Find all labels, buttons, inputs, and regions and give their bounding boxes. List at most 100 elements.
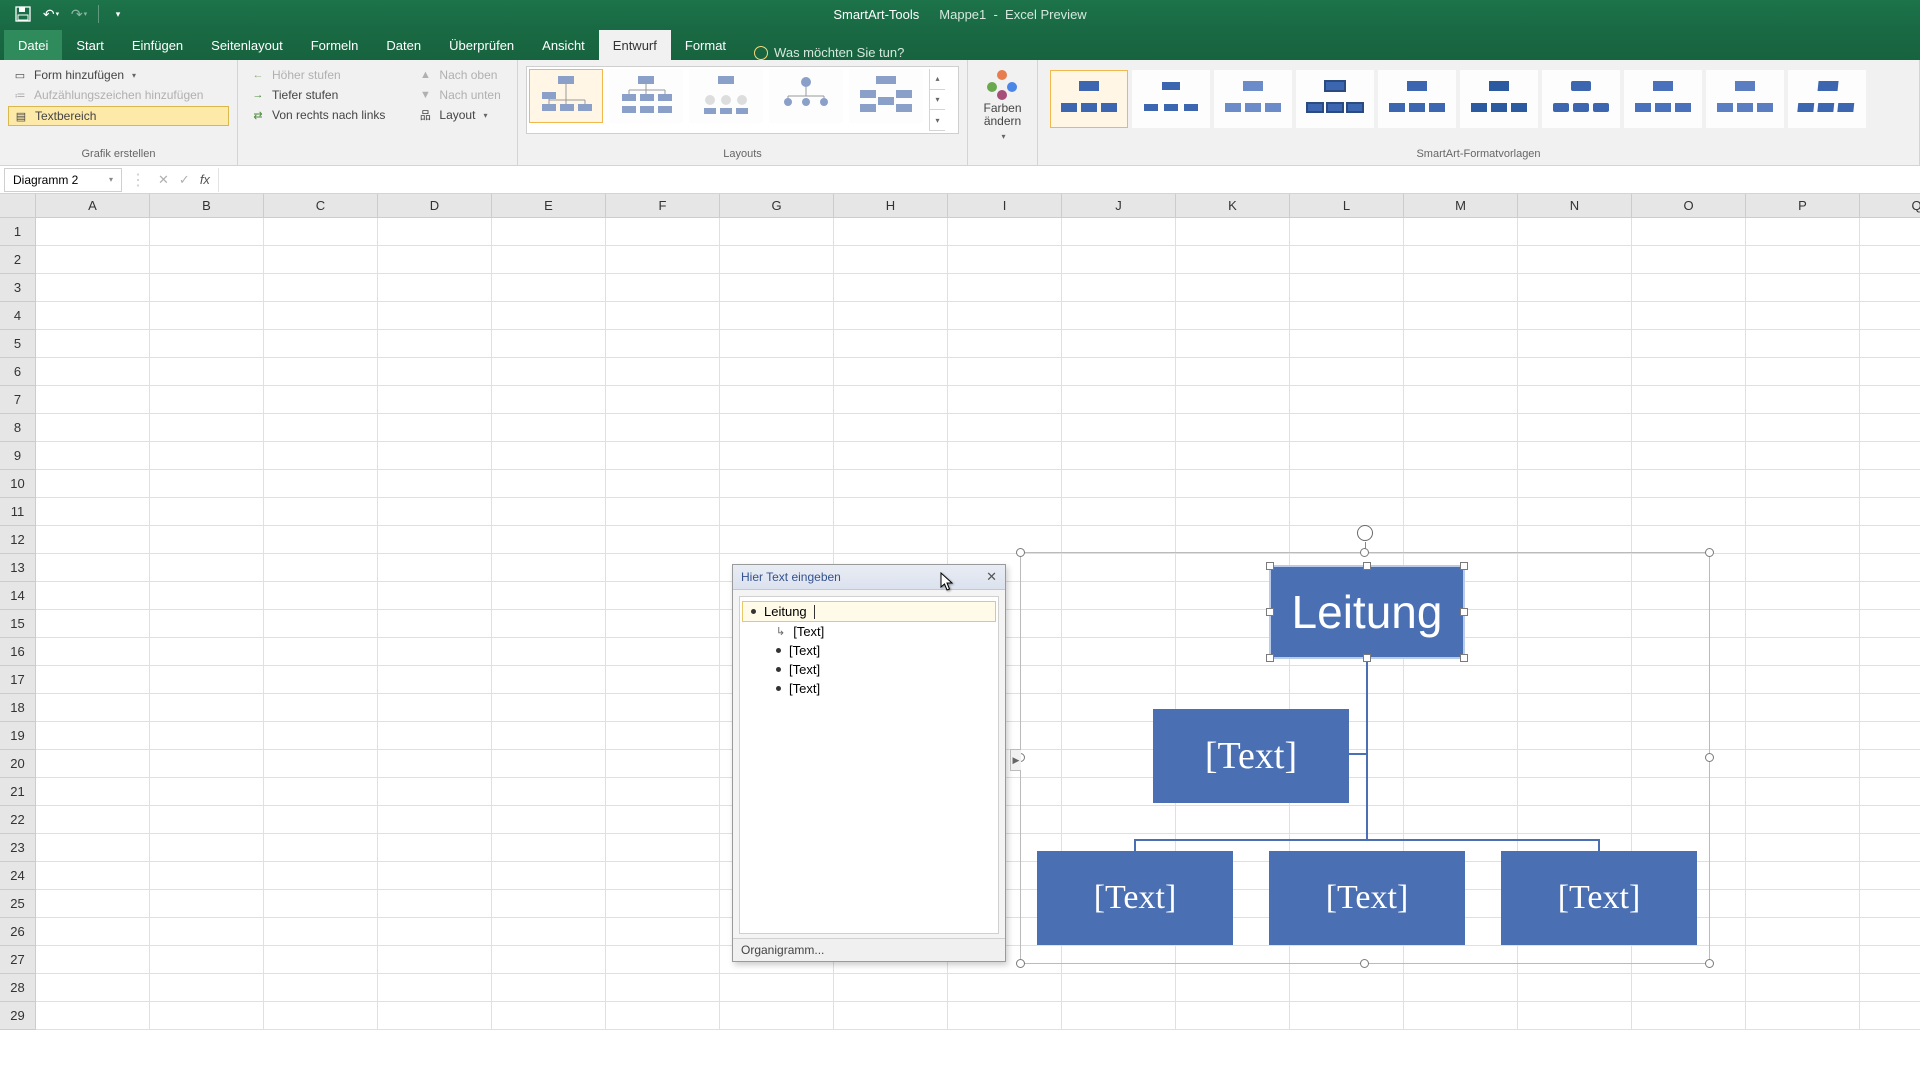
cell[interactable] [1746, 386, 1860, 414]
rotate-handle[interactable] [1357, 525, 1373, 541]
column-header[interactable]: G [720, 194, 834, 218]
cell[interactable] [1632, 358, 1746, 386]
cell[interactable] [264, 694, 378, 722]
cell[interactable] [492, 414, 606, 442]
cell[interactable] [1746, 330, 1860, 358]
cell[interactable] [264, 890, 378, 918]
column-header[interactable]: K [1176, 194, 1290, 218]
cell[interactable] [948, 414, 1062, 442]
org-node[interactable]: [Text] [1269, 851, 1465, 945]
cell[interactable] [1290, 358, 1404, 386]
tab-start[interactable]: Start [62, 30, 117, 60]
cell[interactable] [606, 918, 720, 946]
cell[interactable] [36, 890, 150, 918]
cell[interactable] [1746, 442, 1860, 470]
text-pane-item[interactable]: Leitung [742, 601, 996, 622]
cell[interactable] [1860, 554, 1920, 582]
cell[interactable] [1404, 974, 1518, 1002]
cell[interactable] [1290, 246, 1404, 274]
cell[interactable] [1176, 470, 1290, 498]
cell[interactable] [1860, 862, 1920, 890]
cell[interactable] [36, 358, 150, 386]
cell[interactable] [150, 302, 264, 330]
cell[interactable] [1290, 386, 1404, 414]
cell[interactable] [1860, 358, 1920, 386]
cell[interactable] [36, 330, 150, 358]
cell[interactable] [1860, 890, 1920, 918]
column-header[interactable]: O [1632, 194, 1746, 218]
cell[interactable] [1176, 358, 1290, 386]
cell[interactable] [264, 806, 378, 834]
cell[interactable] [264, 330, 378, 358]
cell[interactable] [606, 470, 720, 498]
cell[interactable] [948, 498, 1062, 526]
cell[interactable] [1860, 806, 1920, 834]
cell[interactable] [948, 470, 1062, 498]
cell[interactable] [834, 386, 948, 414]
cell[interactable] [378, 666, 492, 694]
column-header[interactable]: Q [1860, 194, 1920, 218]
layout-thumb[interactable] [689, 69, 763, 123]
cell[interactable] [378, 526, 492, 554]
close-icon[interactable]: ✕ [986, 569, 997, 585]
cell[interactable] [36, 470, 150, 498]
cell[interactable] [492, 498, 606, 526]
cell[interactable] [1062, 974, 1176, 1002]
cell[interactable] [720, 302, 834, 330]
resize-handle[interactable] [1016, 548, 1025, 557]
cell[interactable] [948, 330, 1062, 358]
cell[interactable] [36, 694, 150, 722]
cell[interactable] [492, 358, 606, 386]
style-thumb[interactable] [1132, 70, 1210, 128]
cell[interactable] [378, 582, 492, 610]
cell[interactable] [36, 918, 150, 946]
smartart-text-pane[interactable]: Hier Text eingeben ✕ Leitung ↳[Text] [Te… [732, 564, 1006, 962]
cell[interactable] [948, 358, 1062, 386]
cell[interactable] [720, 498, 834, 526]
row-header[interactable]: 18 [0, 694, 36, 722]
cell[interactable] [150, 274, 264, 302]
cell[interactable] [1176, 246, 1290, 274]
cell[interactable] [264, 414, 378, 442]
cell[interactable] [1746, 1002, 1860, 1030]
cell[interactable] [1632, 470, 1746, 498]
row-header[interactable]: 12 [0, 526, 36, 554]
cell[interactable] [948, 442, 1062, 470]
cell[interactable] [1860, 582, 1920, 610]
style-gallery[interactable] [1046, 66, 1911, 132]
cell[interactable] [606, 246, 720, 274]
cell[interactable] [264, 386, 378, 414]
formula-input[interactable] [218, 168, 1920, 192]
layout-thumb[interactable] [769, 69, 843, 123]
cell[interactable] [606, 1002, 720, 1030]
spreadsheet-grid[interactable]: ABCDEFGHIJKLMNOPQ 1234567891011121314151… [0, 194, 1920, 1080]
cell[interactable] [1062, 526, 1176, 554]
cell[interactable] [150, 918, 264, 946]
cell[interactable] [492, 302, 606, 330]
cell[interactable] [1290, 498, 1404, 526]
style-thumb[interactable] [1296, 70, 1374, 128]
cell[interactable] [1746, 806, 1860, 834]
undo-icon[interactable]: ↶▾ [42, 5, 60, 23]
cell[interactable] [606, 778, 720, 806]
cell[interactable] [1062, 414, 1176, 442]
cell[interactable] [1404, 498, 1518, 526]
fx-icon[interactable]: fx [200, 172, 210, 188]
cell[interactable] [1404, 330, 1518, 358]
row-header[interactable]: 29 [0, 1002, 36, 1030]
cell[interactable] [834, 974, 948, 1002]
cell[interactable] [606, 890, 720, 918]
cell[interactable] [1632, 218, 1746, 246]
cell[interactable] [834, 470, 948, 498]
cell[interactable] [150, 414, 264, 442]
cell[interactable] [1290, 974, 1404, 1002]
row-header[interactable]: 27 [0, 946, 36, 974]
cell[interactable] [720, 526, 834, 554]
row-header[interactable]: 22 [0, 806, 36, 834]
cell[interactable] [834, 246, 948, 274]
cell[interactable] [834, 302, 948, 330]
cell[interactable] [264, 470, 378, 498]
cell[interactable] [834, 526, 948, 554]
cell[interactable] [150, 806, 264, 834]
cell[interactable] [1632, 498, 1746, 526]
